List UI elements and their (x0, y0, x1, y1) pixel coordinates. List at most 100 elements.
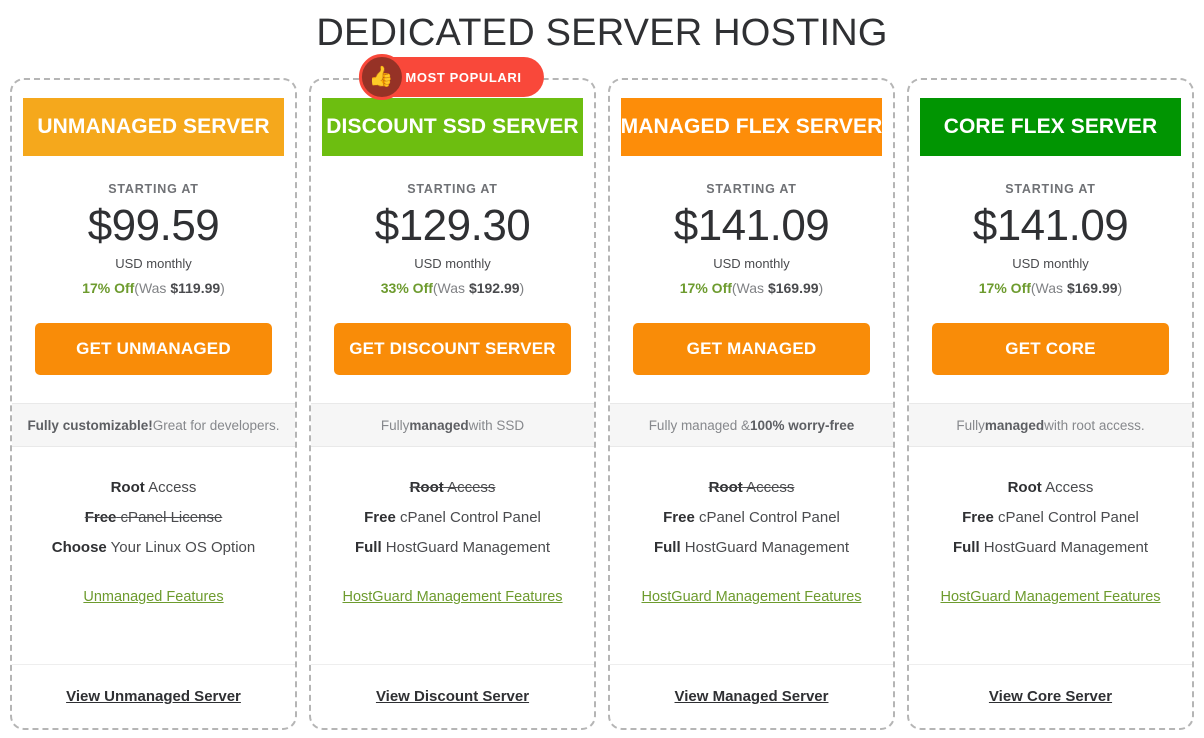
page-title: DEDICATED SERVER HOSTING (316, 12, 888, 54)
was-price-suffix: ) (818, 280, 824, 296)
discount-percent: 17% Off (978, 280, 1031, 296)
feature-emphasis: Root (1007, 479, 1042, 496)
cta-wrapper: GET MANAGED (610, 296, 893, 375)
feature-text: Access (144, 479, 197, 496)
plan-tagline: Fully managed with root access. (909, 403, 1192, 447)
was-price-prefix: (Was (432, 280, 469, 296)
feature-text: cPanel Control Panel (993, 509, 1139, 526)
plan-name: CORE FLEX SERVER (943, 115, 1158, 138)
feature-list: Root Access Free cPanel Control Panel Fu… (909, 447, 1192, 650)
feature-item: Root Access (22, 473, 285, 503)
feature-text: HostGuard Management (381, 539, 551, 556)
card-header: UNMANAGED SERVER (23, 98, 284, 156)
price-amount: $129.30 (374, 201, 531, 250)
tagline-prefix: Fully managed & (648, 417, 750, 433)
discount-line: 17% Off(Was $119.99) (24, 280, 283, 296)
pricing-card-list: UNMANAGED SERVER STARTING AT $99.59 USD … (10, 54, 1194, 730)
card-header: DISCOUNT SSD SERVER (322, 98, 583, 156)
features-link[interactable]: HostGuard Management Features (342, 589, 562, 605)
starting-at-label: STARTING AT (407, 182, 498, 196)
view-plan-link[interactable]: View Discount Server (376, 688, 529, 705)
feature-item: Root Access (620, 473, 883, 503)
card-footer: View Managed Server (610, 664, 893, 728)
billing-period-label: USD monthly (1012, 256, 1089, 271)
feature-item: Full HostGuard Management (321, 533, 584, 563)
feature-emphasis: Root (110, 479, 145, 496)
discount-line: 17% Off(Was $169.99) (622, 280, 881, 296)
was-price-amount: $169.99 (1066, 280, 1118, 296)
card-footer: View Unmanaged Server (12, 664, 295, 728)
tagline-emphasis: managed (409, 417, 469, 433)
discount-line: 17% Off(Was $169.99) (921, 280, 1180, 296)
feature-item: Root Access (919, 473, 1182, 503)
pricing-page: DEDICATED SERVER HOSTING UNMANAGED SERVE… (0, 0, 1204, 738)
was-price-amount: $169.99 (767, 280, 819, 296)
feature-emphasis: Free (663, 509, 695, 526)
was-price-suffix: ) (220, 280, 225, 296)
plan-name: MANAGED FLEX SERVER (620, 115, 883, 138)
was-price-suffix: ) (1117, 280, 1123, 296)
feature-emphasis: Free (84, 509, 117, 526)
features-link[interactable]: HostGuard Management Features (641, 589, 861, 605)
features-link[interactable]: HostGuard Management Features (940, 589, 1160, 605)
cta-wrapper: GET DISCOUNT SERVER (311, 296, 594, 375)
feature-item: Full HostGuard Management (620, 533, 883, 563)
feature-text: cPanel License (116, 509, 223, 526)
feature-list: Root Access Free cPanel Control Panel Fu… (311, 447, 594, 650)
tagline-prefix: Fully (956, 417, 985, 433)
feature-text: Access (742, 479, 795, 496)
view-plan-link[interactable]: View Unmanaged Server (66, 688, 241, 705)
feature-item: Full HostGuard Management (919, 533, 1182, 563)
most-popular-badge: 👍 MOST POPULARI (358, 54, 544, 100)
cta-wrapper: GET CORE (909, 296, 1192, 375)
purchase-button[interactable]: GET CORE (932, 323, 1169, 375)
purchase-button[interactable]: GET MANAGED (633, 323, 870, 375)
starting-at-label: STARTING AT (706, 182, 797, 196)
card-footer: View Core Server (909, 664, 1192, 728)
card-header: MANAGED FLEX SERVER (621, 98, 882, 156)
tagline-rest: with SSD (468, 417, 525, 433)
plan-name: UNMANAGED SERVER (37, 115, 270, 138)
starting-at-label: STARTING AT (1005, 182, 1096, 196)
discount-percent: 33% Off (380, 280, 433, 296)
feature-emphasis: Free (364, 509, 396, 526)
billing-period-label: USD monthly (414, 256, 491, 271)
feature-text: cPanel Control Panel (694, 509, 840, 526)
tagline-emphasis: 100% worry-free (750, 417, 855, 433)
was-price-amount: $192.99 (468, 280, 520, 296)
purchase-button[interactable]: GET DISCOUNT SERVER (334, 323, 571, 375)
feature-emphasis: Full (653, 539, 681, 556)
feature-item: Free cPanel Control Panel (919, 503, 1182, 533)
feature-text: HostGuard Management (680, 539, 850, 556)
pricing-card: UNMANAGED SERVER STARTING AT $99.59 USD … (10, 78, 297, 730)
feature-item: Root Access (321, 473, 584, 503)
feature-emphasis: Root (708, 479, 743, 496)
billing-period-label: USD monthly (115, 256, 192, 271)
was-price-amount: $119.99 (170, 280, 221, 296)
plan-tagline: Fully customizable! Great for developers… (12, 403, 295, 447)
price-block: STARTING AT $141.09 USD monthly 17% Off(… (909, 156, 1192, 296)
view-plan-link[interactable]: View Core Server (989, 688, 1112, 705)
feature-item: Free cPanel Control Panel (620, 503, 883, 533)
price-block: STARTING AT $129.30 USD monthly 33% Off(… (311, 156, 594, 296)
pricing-card: 👍 MOST POPULARI DISCOUNT SSD SERVER STAR… (309, 54, 596, 730)
feature-text: Access (1041, 479, 1094, 496)
pricing-card: MANAGED FLEX SERVER STARTING AT $141.09 … (608, 78, 895, 730)
cta-wrapper: GET UNMANAGED (12, 296, 295, 375)
features-link[interactable]: Unmanaged Features (83, 589, 223, 605)
thumbs-up-icon: 👍 (358, 54, 405, 100)
purchase-button[interactable]: GET UNMANAGED (35, 323, 272, 375)
tagline-rest: with root access. (1044, 417, 1145, 433)
was-price-prefix: (Was (134, 280, 171, 296)
billing-period-label: USD monthly (713, 256, 790, 271)
plan-name: DISCOUNT SSD SERVER (326, 115, 579, 138)
feature-text: cPanel Control Panel (395, 509, 541, 526)
feature-item: Free cPanel License (22, 503, 285, 533)
view-plan-link[interactable]: View Managed Server (675, 688, 829, 705)
feature-emphasis: Full (354, 539, 382, 556)
feature-list: Root Access Free cPanel License Choose Y… (12, 447, 295, 650)
tagline-rest: Great for developers. (152, 417, 280, 433)
feature-item: Free cPanel Control Panel (321, 503, 584, 533)
feature-list: Root Access Free cPanel Control Panel Fu… (610, 447, 893, 650)
feature-item: Choose Your Linux OS Option (22, 533, 285, 563)
